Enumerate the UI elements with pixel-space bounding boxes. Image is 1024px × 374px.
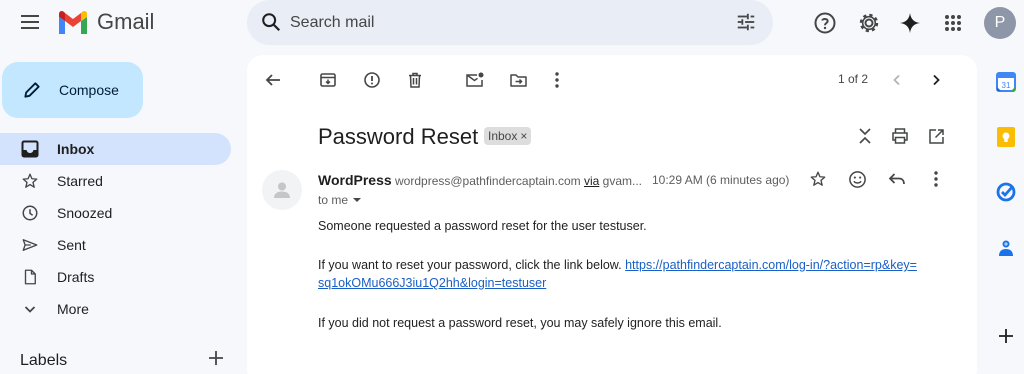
back-arrow-icon[interactable] bbox=[261, 68, 285, 92]
body-paragraph-1: Someone requested a password reset for t… bbox=[318, 219, 647, 233]
gmail-m-icon bbox=[59, 10, 87, 34]
search-input[interactable] bbox=[290, 12, 690, 34]
emoji-reaction-icon[interactable] bbox=[845, 167, 869, 191]
message-more-vertical-icon[interactable] bbox=[924, 167, 948, 191]
archive-icon[interactable] bbox=[316, 68, 340, 92]
body-paragraph-3: If you did not request a password reset,… bbox=[318, 316, 722, 330]
compose-label: Compose bbox=[59, 82, 119, 98]
report-spam-icon[interactable] bbox=[360, 68, 384, 92]
via-link[interactable]: via bbox=[584, 174, 599, 188]
main-menu-button[interactable] bbox=[18, 10, 42, 34]
recipient-line[interactable]: to me bbox=[318, 193, 362, 207]
sidebar-item-more[interactable]: More bbox=[0, 293, 231, 325]
message-pane: 1 of 2 Password Reset Inbox × WordPress … bbox=[247, 55, 977, 374]
star-icon[interactable] bbox=[806, 167, 830, 191]
inbox-icon bbox=[20, 139, 40, 159]
person-icon bbox=[274, 182, 290, 198]
sender-avatar[interactable] bbox=[262, 170, 302, 210]
sidebar-item-label: Starred bbox=[57, 173, 103, 189]
sender-email: wordpress@pathfindercaptain.com bbox=[395, 174, 581, 188]
tasks-icon[interactable] bbox=[995, 181, 1017, 203]
apps-grid-icon[interactable] bbox=[940, 10, 966, 36]
body-paragraph-2: If you want to reset your password, clic… bbox=[318, 256, 948, 292]
search-bar[interactable] bbox=[247, 0, 773, 45]
sidebar-item-inbox[interactable]: Inbox bbox=[0, 133, 231, 165]
chevron-down-icon bbox=[20, 299, 40, 319]
settings-gear-icon[interactable] bbox=[856, 10, 882, 36]
svg-text:31: 31 bbox=[1002, 81, 1011, 90]
body-text: If you want to reset your password, clic… bbox=[318, 258, 622, 272]
mark-unread-icon[interactable] bbox=[463, 68, 487, 92]
search-options-icon[interactable] bbox=[735, 11, 757, 38]
search-icon[interactable] bbox=[260, 11, 282, 38]
pagination-count: 1 of 2 bbox=[838, 72, 869, 86]
more-vertical-icon[interactable] bbox=[545, 68, 569, 92]
newer-chevron-left-icon[interactable] bbox=[885, 68, 909, 92]
keep-notes-icon[interactable] bbox=[995, 126, 1017, 148]
sidebar-item-label: Drafts bbox=[57, 269, 95, 285]
sidebar-item-label: Sent bbox=[57, 237, 86, 253]
move-to-folder-icon[interactable] bbox=[506, 68, 530, 92]
gmail-logo[interactable]: Gmail bbox=[57, 9, 154, 35]
star-icon bbox=[20, 171, 40, 191]
sidebar-item-label: More bbox=[57, 301, 89, 317]
sender-info: WordPress wordpress@pathfindercaptain.co… bbox=[318, 172, 642, 188]
account-avatar[interactable]: P bbox=[984, 7, 1016, 39]
inbox-label-chip[interactable]: Inbox × bbox=[484, 127, 532, 145]
caret-down-icon[interactable] bbox=[352, 197, 362, 203]
gemini-sparkle-icon[interactable] bbox=[897, 10, 923, 36]
clock-icon bbox=[20, 203, 40, 223]
print-icon[interactable] bbox=[888, 124, 912, 148]
via-domain: gvam... bbox=[602, 174, 643, 188]
app-title: Gmail bbox=[97, 9, 155, 34]
hamburger-menu-icon bbox=[21, 15, 39, 29]
contacts-icon[interactable] bbox=[995, 237, 1017, 259]
open-in-new-window-icon[interactable] bbox=[924, 124, 948, 148]
compose-button[interactable]: Compose bbox=[2, 62, 143, 118]
reset-link-part-1[interactable]: https://pathfindercaptain.com/log-in/?ac… bbox=[625, 258, 917, 272]
collapse-all-icon[interactable] bbox=[853, 124, 877, 148]
calendar-icon[interactable]: 31 bbox=[995, 71, 1017, 93]
email-subject: Password Reset bbox=[318, 124, 479, 149]
label-chip-text: Inbox bbox=[488, 129, 518, 143]
sidebar-item-label: Snoozed bbox=[57, 205, 113, 221]
reset-link-part-2[interactable]: sq1okOMu666J3iu1Q2hh&login=testuser bbox=[318, 276, 546, 290]
sidebar-item-snoozed[interactable]: Snoozed bbox=[0, 197, 231, 229]
labels-header: Labels bbox=[20, 350, 224, 371]
pencil-icon bbox=[20, 78, 44, 102]
reply-icon[interactable] bbox=[885, 167, 909, 191]
sidebar-item-drafts[interactable]: Drafts bbox=[0, 261, 231, 293]
add-label-icon[interactable] bbox=[208, 350, 224, 371]
draft-icon bbox=[20, 267, 40, 287]
labels-title: Labels bbox=[20, 351, 68, 369]
email-timestamp: 10:29 AM (6 minutes ago) bbox=[652, 173, 790, 187]
sidebar-item-label: Inbox bbox=[57, 141, 95, 157]
sidebar-nav: Inbox Starred Snoozed Sent Drafts More bbox=[0, 133, 231, 325]
remove-label-icon[interactable]: × bbox=[520, 129, 527, 143]
sidebar-item-sent[interactable]: Sent bbox=[0, 229, 231, 261]
top-header: Gmail P bbox=[0, 0, 1024, 45]
add-addon-icon[interactable] bbox=[995, 325, 1017, 347]
help-icon[interactable] bbox=[812, 10, 838, 36]
sender-name[interactable]: WordPress bbox=[318, 172, 392, 188]
sidebar-item-starred[interactable]: Starred bbox=[0, 165, 231, 197]
send-icon bbox=[20, 235, 40, 255]
older-chevron-right-icon[interactable] bbox=[924, 68, 948, 92]
delete-trash-icon[interactable] bbox=[403, 68, 427, 92]
recipient-text: to me bbox=[318, 193, 349, 207]
